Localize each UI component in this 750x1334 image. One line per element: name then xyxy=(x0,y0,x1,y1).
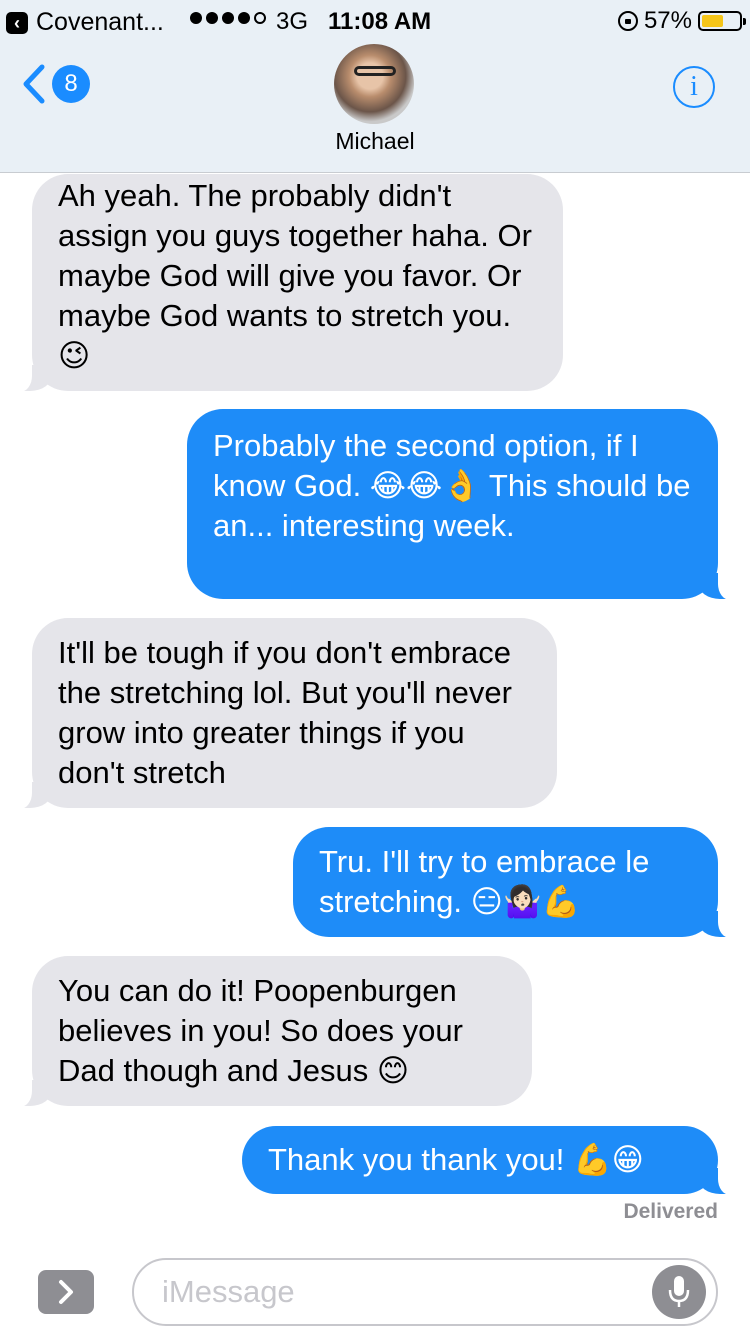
network-type: 3G xyxy=(276,8,309,35)
back-arrow-icon: ‹ xyxy=(6,11,28,34)
message-outgoing[interactable]: Probably the second option, if I know Go… xyxy=(187,409,740,600)
message-outgoing[interactable]: Tru. I'll try to embrace le stretching. … xyxy=(293,827,740,938)
signal-strength-icon xyxy=(190,12,266,24)
message-input[interactable]: iMessage xyxy=(132,1258,718,1326)
info-button[interactable]: i xyxy=(673,66,715,108)
battery-level xyxy=(702,15,723,27)
back-app-label: Covenant... xyxy=(36,8,164,36)
composer-bar: iMessage xyxy=(0,1240,750,1334)
chevron-right-icon xyxy=(59,1280,73,1304)
message-incoming[interactable]: You can do it! Poopenburgen believes in … xyxy=(10,956,532,1107)
battery-percent: 57% xyxy=(643,7,692,34)
unread-count-badge: 8 xyxy=(52,65,90,103)
microphone-icon xyxy=(668,1276,690,1307)
clock: 11:08 AM xyxy=(328,8,432,35)
message-incoming[interactable]: Ah yeah. The probably didn't assign you … xyxy=(10,174,563,392)
delivery-status: Delivered xyxy=(623,1200,718,1223)
microphone-button[interactable] xyxy=(652,1265,706,1319)
status-bar: ‹ Covenant... 3G 11:08 AM 57% xyxy=(0,0,750,40)
apps-button[interactable] xyxy=(38,1270,94,1314)
message-incoming[interactable]: It'll be tough if you don't embrace the … xyxy=(10,618,557,809)
back-to-app[interactable]: ‹ Covenant... xyxy=(6,8,164,37)
avatar[interactable] xyxy=(334,44,414,124)
rotation-lock-icon xyxy=(617,11,638,31)
message-outgoing[interactable]: Thank you thank you! 💪😁 xyxy=(242,1126,740,1195)
battery-icon xyxy=(698,11,746,31)
contact-name[interactable]: Michael xyxy=(0,128,750,155)
chevron-left-icon xyxy=(23,64,45,104)
back-button[interactable]: 8 xyxy=(22,64,90,104)
info-icon: i xyxy=(690,71,698,102)
